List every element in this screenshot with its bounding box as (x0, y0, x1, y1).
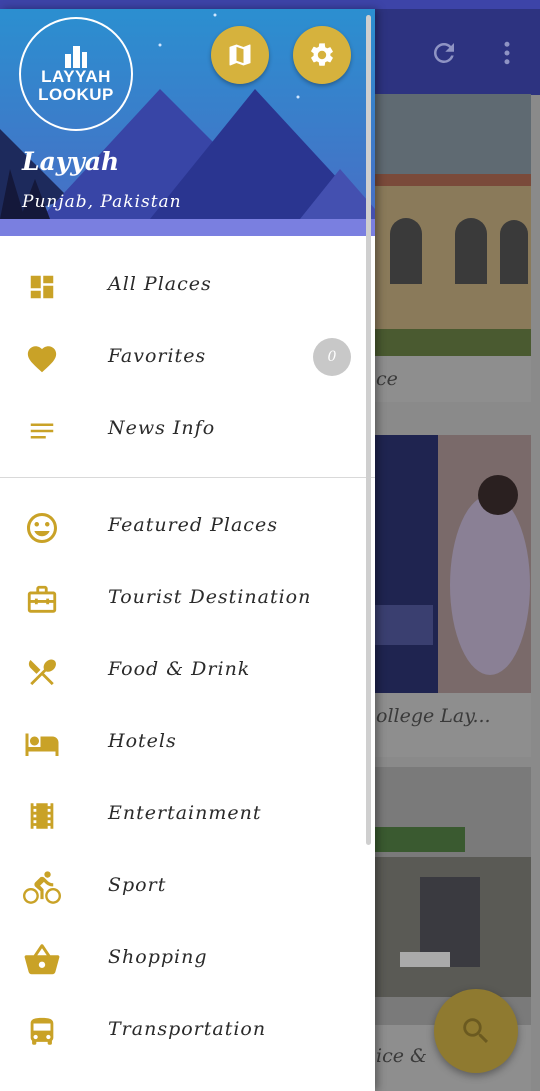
menu-item-tourist-destination[interactable]: Tourist Destination (0, 570, 375, 630)
logo-text-line1: LAYYAH (41, 67, 111, 86)
drawer-header: LAYYAH LOOKUP Layyah Punjab, Pakistan (0, 9, 375, 236)
menu-item-food-drink[interactable]: Food & Drink (0, 642, 375, 702)
menu-item-news-info[interactable]: News Info (0, 401, 375, 461)
menu-item-entertainment[interactable]: Entertainment (0, 786, 375, 846)
basket-icon (22, 942, 62, 978)
map-button[interactable] (211, 26, 269, 84)
menu-item-featured-places[interactable]: Featured Places (0, 498, 375, 558)
notes-icon (22, 413, 62, 449)
search-button[interactable] (434, 989, 518, 1073)
menu-item-transportation[interactable]: Transportation (0, 1002, 375, 1062)
heart-icon (22, 341, 62, 377)
header-band (0, 219, 375, 236)
restaurant-icon (22, 654, 62, 690)
place-image (370, 767, 531, 1025)
map-icon (229, 44, 251, 66)
place-image (370, 435, 531, 693)
bus-icon (22, 1014, 62, 1050)
menu-item-label: News Info (108, 417, 216, 439)
menu-item-label: Sport (108, 874, 167, 896)
logo-text-line2: LOOKUP (38, 85, 114, 104)
menu-item-partial[interactable] (0, 1074, 375, 1091)
menu-item-label: Entertainment (108, 802, 262, 824)
dashboard-icon (22, 269, 62, 305)
bicycle-icon (22, 870, 62, 906)
place-card-caption: ollege Lay... (370, 693, 531, 739)
settings-button[interactable] (293, 26, 351, 84)
menu-item-label: Tourist Destination (108, 586, 312, 608)
diamond-icon (22, 1086, 62, 1091)
film-icon (22, 798, 62, 834)
menu-item-label: Food & Drink (108, 658, 251, 680)
drawer-scrollbar[interactable] (366, 15, 371, 845)
smiley-icon (22, 510, 62, 546)
menu-item-label: Transportation (108, 1018, 267, 1040)
refresh-icon[interactable] (424, 33, 464, 73)
menu-item-hotels[interactable]: Hotels (0, 714, 375, 774)
place-card[interactable]: ollege Lay... (370, 435, 531, 757)
more-vert-icon[interactable] (487, 33, 527, 73)
status-bar (0, 0, 540, 9)
gear-icon (311, 43, 333, 66)
place-image (370, 94, 531, 356)
place-card-caption: ce (370, 356, 531, 402)
favorites-count-badge: 0 (313, 338, 351, 376)
menu-item-shopping[interactable]: Shopping (0, 930, 375, 990)
menu-item-all-places[interactable]: All Places (0, 257, 375, 317)
menu-item-label: Shopping (108, 946, 208, 968)
search-icon (463, 1018, 489, 1044)
app-logo: LAYYAH LOOKUP (19, 17, 133, 131)
navigation-drawer: LAYYAH LOOKUP Layyah Punjab, Pakistan Al… (0, 9, 375, 1091)
menu-item-label: Favorites (108, 345, 207, 367)
location-title: Layyah (22, 147, 120, 176)
bed-icon (22, 726, 62, 762)
menu-item-label: Hotels (108, 730, 177, 752)
menu-item-sport[interactable]: Sport (0, 858, 375, 918)
location-subtitle: Punjab, Pakistan (22, 192, 182, 212)
suitcase-icon (22, 582, 62, 618)
place-card[interactable]: ce (370, 94, 531, 402)
menu-item-label: Featured Places (108, 514, 278, 536)
menu-item-label: All Places (108, 273, 212, 295)
menu-divider (0, 477, 375, 478)
buildings-icon (65, 46, 87, 68)
